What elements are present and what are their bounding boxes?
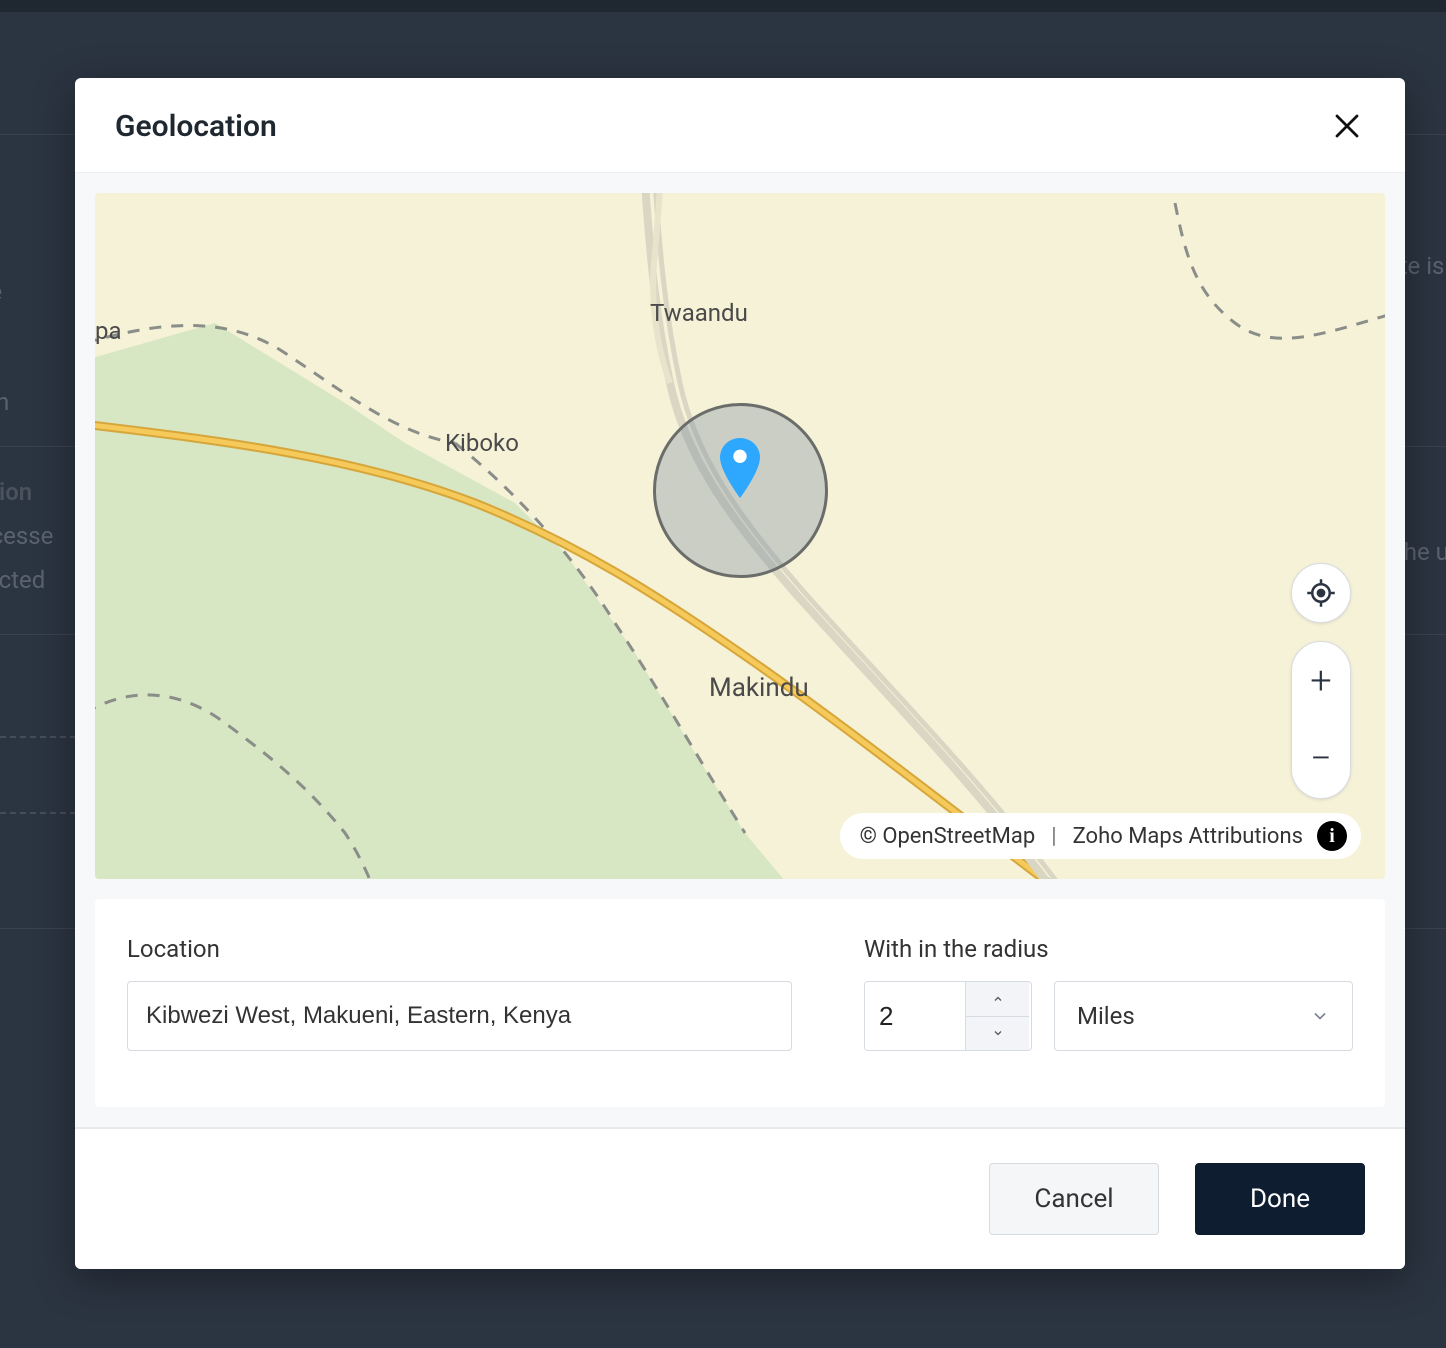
radius-input[interactable] bbox=[865, 982, 965, 1050]
unit-value: Miles bbox=[1077, 1002, 1135, 1030]
chevron-down-icon bbox=[1310, 1006, 1330, 1026]
radius-inputs: Miles bbox=[864, 981, 1353, 1051]
cancel-button[interactable]: Cancel bbox=[989, 1163, 1159, 1235]
chevron-down-icon bbox=[989, 1027, 1007, 1039]
step-up-button[interactable] bbox=[966, 982, 1029, 1017]
pin-icon bbox=[718, 438, 762, 498]
bg-text: te is pr bbox=[1400, 252, 1446, 280]
radius-column: With in the radius bbox=[864, 935, 1353, 1051]
zoom-in-button[interactable]: + bbox=[1292, 642, 1350, 720]
location-input[interactable] bbox=[127, 981, 792, 1051]
close-icon bbox=[1332, 111, 1362, 141]
map-attribution: © OpenStreetMap | Zoho Maps Attributions… bbox=[840, 813, 1361, 859]
modal-header: Geolocation bbox=[75, 78, 1405, 173]
map[interactable]: Twaandu Kiboko Makindu pa + − bbox=[95, 193, 1385, 879]
info-icon[interactable]: i bbox=[1317, 821, 1347, 851]
radius-stepper bbox=[864, 981, 1032, 1051]
location-label: Location bbox=[127, 935, 792, 963]
crosshair-icon bbox=[1306, 578, 1336, 608]
modal-body: Twaandu Kiboko Makindu pa + − bbox=[75, 173, 1405, 1127]
map-pin[interactable] bbox=[718, 438, 762, 498]
chevron-up-icon bbox=[989, 993, 1007, 1005]
bg-text: he use bbox=[1404, 538, 1446, 566]
zoom-group: + − bbox=[1291, 641, 1351, 799]
attribution-zoho[interactable]: Zoho Maps Attributions bbox=[1073, 824, 1303, 849]
location-column: Location bbox=[127, 935, 792, 1051]
close-button[interactable] bbox=[1329, 108, 1365, 144]
attribution-osm[interactable]: © OpenStreetMap bbox=[860, 824, 1036, 849]
bg-dashed bbox=[0, 736, 76, 738]
bg-text: ole bbox=[0, 278, 2, 306]
modal-footer: Cancel Done bbox=[75, 1127, 1405, 1269]
done-button[interactable]: Done bbox=[1195, 1163, 1365, 1235]
bg-text: ccesse bbox=[0, 522, 53, 550]
radius-label: With in the radius bbox=[864, 935, 1353, 963]
geolocation-modal: Geolocation bbox=[75, 78, 1405, 1269]
bg-text: tected bbox=[0, 566, 45, 594]
stepper-buttons bbox=[965, 982, 1029, 1050]
bg-text: ation bbox=[0, 478, 32, 506]
bg-text: n bbox=[0, 388, 9, 416]
locate-button[interactable] bbox=[1291, 563, 1351, 623]
form-row: Location With in the radius bbox=[95, 899, 1385, 1107]
step-down-button[interactable] bbox=[966, 1017, 1029, 1051]
bg-dashed bbox=[0, 812, 76, 814]
map-controls: + − bbox=[1291, 563, 1351, 799]
attribution-separator: | bbox=[1051, 824, 1056, 849]
zoom-out-button[interactable]: − bbox=[1292, 720, 1350, 798]
modal-title: Geolocation bbox=[115, 109, 277, 144]
app-topbar bbox=[0, 0, 1446, 12]
unit-select[interactable]: Miles bbox=[1054, 981, 1353, 1051]
